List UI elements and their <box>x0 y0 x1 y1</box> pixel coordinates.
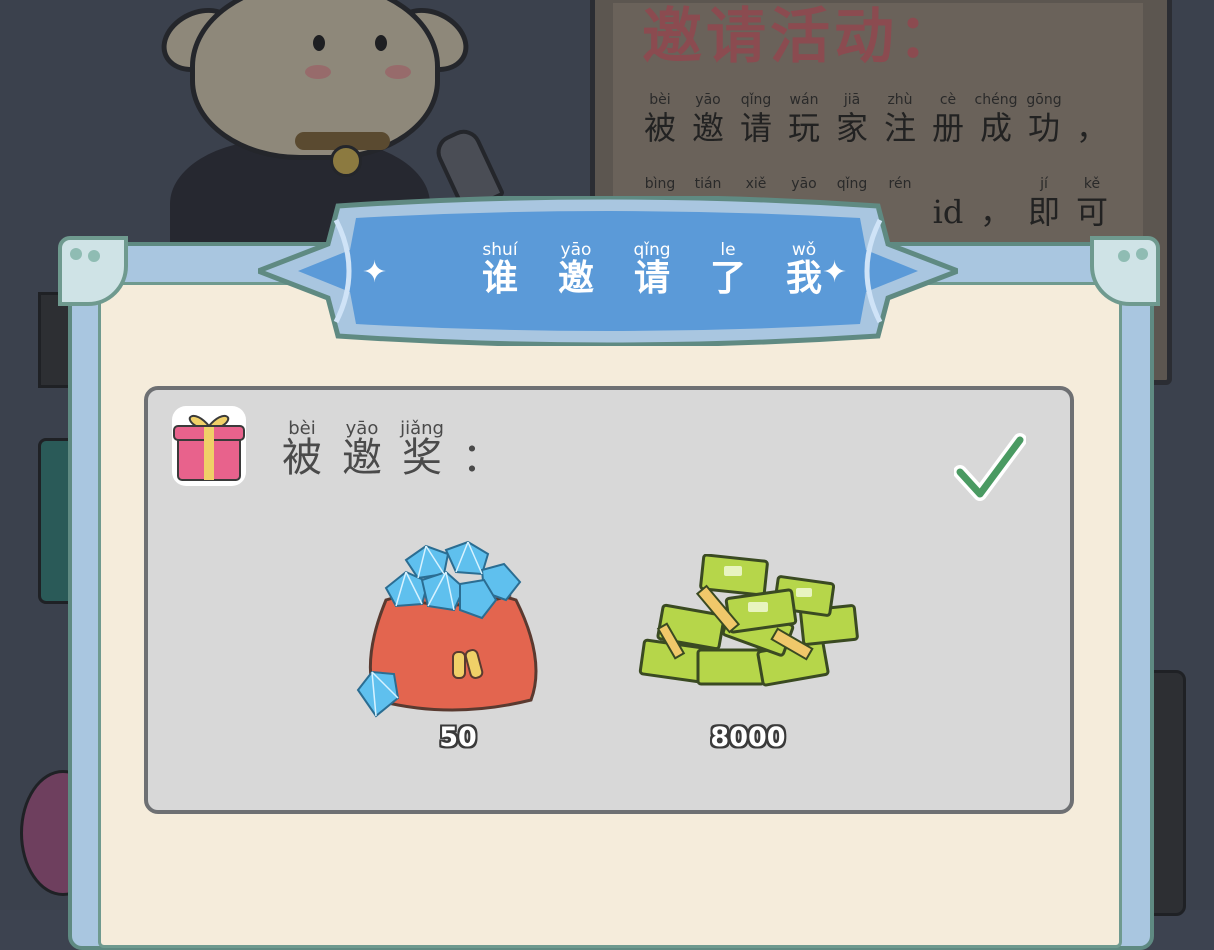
sparkle-icon: ✦ <box>362 255 388 290</box>
title-char: le 了 <box>700 240 756 300</box>
title-char: shuí 谁 <box>472 240 528 300</box>
pinyin: qǐng <box>740 92 772 108</box>
hanzi: 我 <box>785 258 822 299</box>
pinyin: yāo <box>695 92 721 108</box>
hanzi: ， <box>979 193 1012 231</box>
pinyin: qǐng <box>836 176 868 192</box>
pinyin: tián <box>694 176 722 192</box>
hanzi: 被 <box>643 109 676 147</box>
sheep-eye <box>375 35 387 51</box>
pinyin: bèi <box>649 92 671 108</box>
pinyin: wǒ <box>791 240 817 260</box>
board-line1-char: gōng 功 <box>1022 92 1066 146</box>
bell-icon <box>330 145 362 177</box>
pinyin: cè <box>939 92 957 108</box>
pinyin: bèi <box>288 418 316 439</box>
board-line1-char: chéng 成 <box>974 92 1018 146</box>
hanzi: 即 <box>1027 193 1060 231</box>
board-line1-char: zhù 注 <box>878 92 922 146</box>
pinyin: gōng <box>1026 92 1062 108</box>
hanzi: 成 <box>979 109 1012 147</box>
heading-char: yāo 邀 <box>334 418 390 480</box>
board-line2-char: jí 即 <box>1022 176 1066 230</box>
pinyin: rén <box>888 176 912 192</box>
reward-heading: bèi 被 yāo 邀 jiǎng 奖： <box>274 418 510 480</box>
board-title: 邀请活动： <box>642 2 962 72</box>
checkmark-icon <box>954 433 1026 501</box>
pinyin: bìng <box>644 176 676 192</box>
pinyin: shuí <box>482 240 518 260</box>
hanzi: 奖 <box>402 435 442 481</box>
board-line1-char: cè 册 <box>926 92 970 146</box>
hanzi: 玩 <box>787 109 820 147</box>
hanzi: 请 <box>633 258 670 299</box>
board-line1-char: bèi 被 <box>638 92 682 146</box>
hanzi: 了 <box>709 258 746 299</box>
pinyin: yāo <box>791 176 817 192</box>
hanzi: 邀 <box>557 258 594 299</box>
board-line1-char: qǐng 请 <box>734 92 778 146</box>
reward-amount-diamonds: 50 <box>439 722 477 753</box>
cash-pile-icon <box>638 554 859 687</box>
hanzi: 功 <box>1027 109 1060 147</box>
diamond-bag-icon <box>356 540 538 718</box>
hanzi: 邀 <box>342 435 382 481</box>
pinyin: xiě <box>745 176 767 192</box>
title-char: wǒ 我 <box>776 240 832 300</box>
board-line1-char: yāo 邀 <box>686 92 730 146</box>
sheep-blush <box>305 65 331 79</box>
pinyin: jí <box>1040 176 1048 192</box>
heading-char: jiǎng 奖 <box>394 418 450 480</box>
gift-icon <box>172 406 246 486</box>
pinyin: jiā <box>843 92 861 108</box>
heading-char: bèi 被 <box>274 418 330 480</box>
pinyin: kě <box>1083 176 1101 192</box>
board-text-line-1: bèi 被 yāo 邀 qǐng 请 wán 玩 jiā 家 zhù 注 cè 册 chéng 成 gōng 功， <box>638 92 1114 146</box>
hanzi: 注 <box>883 109 916 147</box>
hanzi: 请 <box>739 109 772 147</box>
hanzi: 被 <box>282 435 322 481</box>
pinyin: yāo <box>560 240 592 260</box>
dialog-title: shuí 谁 yāo 邀 qǐng 请 le 了 wǒ 我 <box>472 240 832 300</box>
hanzi: 册 <box>931 109 964 147</box>
hanzi: 谁 <box>481 258 518 299</box>
pinyin: le <box>720 240 736 260</box>
sheep-blush <box>385 65 411 79</box>
hanzi: ： <box>462 435 502 481</box>
board-line1-char: jiā 家 <box>830 92 874 146</box>
pinyin: wán <box>789 92 819 108</box>
hanzi: 家 <box>835 109 868 147</box>
board-line1-char: wán 玩 <box>782 92 826 146</box>
board-line2-char: ， <box>974 176 1018 230</box>
pinyin: chéng <box>974 92 1018 108</box>
hanzi: ， <box>1075 109 1108 147</box>
board-line2-char: kě 可 <box>1070 176 1114 230</box>
hanzi: 可 <box>1075 193 1108 231</box>
pinyin: yāo <box>345 418 379 439</box>
pinyin: jiǎng <box>400 418 444 439</box>
title-char: yāo 邀 <box>548 240 604 300</box>
heading-char: ： <box>454 418 510 480</box>
sheep-eye <box>313 35 325 51</box>
title-char: qǐng 请 <box>624 240 680 300</box>
pinyin: qǐng <box>633 240 671 260</box>
reward-amount-cash: 8000 <box>710 722 786 753</box>
pinyin: zhù <box>887 92 913 108</box>
board-line1-char: ， <box>1070 92 1114 146</box>
hanzi: 邀 <box>691 109 724 147</box>
